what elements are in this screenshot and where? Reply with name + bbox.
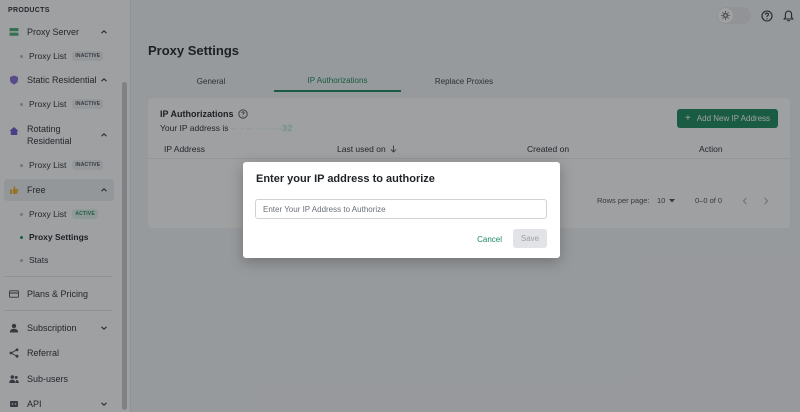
save-button[interactable]: Save: [513, 229, 547, 248]
dialog-title: Enter your IP address to authorize: [256, 173, 435, 185]
cancel-button[interactable]: Cancel: [477, 230, 502, 249]
authorize-ip-dialog: Enter your IP address to authorize Cance…: [243, 162, 560, 258]
ip-address-input[interactable]: [255, 199, 547, 219]
